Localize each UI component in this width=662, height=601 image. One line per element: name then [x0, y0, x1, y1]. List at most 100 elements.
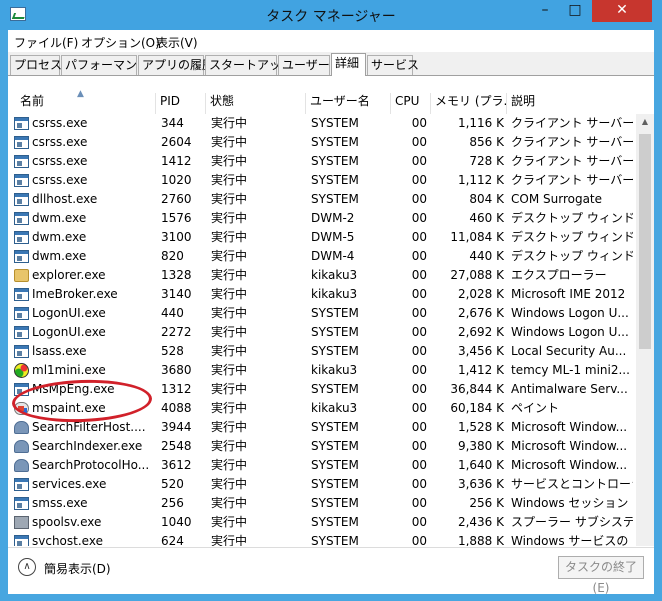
end-task-button[interactable]: タスクの終了(E)	[558, 556, 644, 595]
process-memory: 460 K	[469, 211, 504, 225]
process-pid: 1328	[161, 268, 192, 282]
process-cpu: 00	[411, 515, 427, 529]
process-status: 実行中	[211, 192, 248, 206]
process-status: 実行中	[211, 211, 248, 225]
table-row[interactable]: ml1mini.exe 3680 実行中 kikaku3 00 1,412 K temcy …	[8, 361, 654, 380]
process-memory: 36,844 K	[450, 382, 504, 396]
process-pid: 3100	[161, 230, 192, 244]
table-row[interactable]: LogonUI.exe 440 実行中 SYSTEM 00 2,676 K Windows …	[8, 304, 654, 323]
fewer-details-link[interactable]: 簡易表示(D)	[44, 560, 111, 577]
table-row[interactable]: dllhost.exe 2760 実行中 SYSTEM 00 804 K COM Surro…	[8, 190, 654, 209]
process-status: 実行中	[211, 477, 248, 491]
column-cpu[interactable]: CPU	[391, 93, 431, 114]
window-icon	[14, 250, 29, 263]
process-status: 実行中	[211, 439, 248, 453]
process-user: SYSTEM	[311, 135, 359, 149]
process-pid: 624	[161, 534, 184, 546]
process-name: lsass.exe	[32, 344, 87, 358]
column-pid[interactable]: PID	[156, 93, 206, 114]
process-status: 実行中	[211, 135, 248, 149]
process-name: dwm.exe	[32, 211, 87, 225]
window-icon	[14, 231, 29, 244]
table-row[interactable]: SearchProtocolHo... 3612 実行中 SYSTEM 00 1,640 …	[8, 456, 654, 475]
table-row[interactable]: csrss.exe 2604 実行中 SYSTEM 00 856 K クライアント サーバー…	[8, 133, 654, 152]
process-name: csrss.exe	[32, 135, 88, 149]
table-row[interactable]: spoolsv.exe 1040 実行中 SYSTEM 00 2,436 K スプーラー サ…	[8, 513, 654, 532]
column-user-name[interactable]: ユーザー名	[306, 93, 391, 114]
table-row[interactable]: LogonUI.exe 2272 実行中 SYSTEM 00 2,692 K Windows…	[8, 323, 654, 342]
maximize-button[interactable]: □	[560, 0, 590, 22]
process-pid: 256	[161, 496, 184, 510]
title-bar[interactable]: タスク マネージャー – □ ✕	[0, 0, 662, 30]
table-row[interactable]: dwm.exe 1576 実行中 DWM-2 00 460 K デスクトップ ウィンドウ .…	[8, 209, 654, 228]
chevron-up-icon[interactable]: ∧	[18, 558, 36, 576]
process-description: スプーラー サブシステ...	[511, 515, 633, 529]
process-memory: 1,412 K	[457, 363, 504, 377]
table-row[interactable]: services.exe 520 実行中 SYSTEM 00 3,636 K サービスとコン…	[8, 475, 654, 494]
column-name[interactable]: 名前	[16, 93, 156, 114]
window-icon	[14, 117, 29, 130]
tab-users[interactable]: ユーザー	[278, 55, 330, 75]
menu-options[interactable]: オプション(O)	[81, 34, 160, 51]
process-memory: 856 K	[469, 135, 504, 149]
table-row[interactable]: smss.exe 256 実行中 SYSTEM 00 256 K Windows セッション…	[8, 494, 654, 513]
process-cpu: 00	[411, 458, 427, 472]
scroll-up-arrow-icon[interactable]: ▲	[636, 114, 654, 130]
tab-startup[interactable]: スタートアップ	[205, 55, 293, 75]
table-row[interactable]: SearchFilterHost.... 3944 実行中 SYSTEM 00 1,528…	[8, 418, 654, 437]
process-name: ImeBroker.exe	[32, 287, 118, 301]
table-row[interactable]: lsass.exe 528 実行中 SYSTEM 00 3,456 K Local Secu…	[8, 342, 654, 361]
column-description[interactable]: 説明	[507, 93, 636, 114]
table-row[interactable]: dwm.exe 820 実行中 DWM-4 00 440 K デスクトップ ウィンドウ ..…	[8, 247, 654, 266]
process-memory: 2,028 K	[457, 287, 504, 301]
process-memory: 11,084 K	[450, 230, 504, 244]
process-description: Local Security Au...	[511, 344, 627, 358]
table-row[interactable]: mspaint.exe 4088 実行中 kikaku3 00 60,184 K ペイント	[8, 399, 654, 418]
process-description: temcy ML-1 mini2...	[511, 363, 630, 377]
process-description: デスクトップ ウィンドウ ...	[511, 211, 633, 225]
tab-processes[interactable]: プロセス	[10, 55, 62, 75]
table-row[interactable]: svchost.exe 624 実行中 SYSTEM 00 1,888 K Windows …	[8, 532, 654, 546]
tab-services[interactable]: サービス	[367, 55, 419, 75]
table-row[interactable]: csrss.exe 344 実行中 SYSTEM 00 1,116 K クライアント サーバ…	[8, 114, 654, 133]
process-memory: 3,456 K	[457, 344, 504, 358]
process-memory: 27,088 K	[450, 268, 504, 282]
close-button[interactable]: ✕	[592, 0, 652, 22]
process-description: デスクトップ ウィンドウ ...	[511, 230, 633, 244]
table-row[interactable]: explorer.exe 1328 実行中 kikaku3 00 27,088 K エクスプ…	[8, 266, 654, 285]
process-memory: 3,636 K	[457, 477, 504, 491]
table-row[interactable]: csrss.exe 1412 実行中 SYSTEM 00 728 K クライアント サーバー…	[8, 152, 654, 171]
process-description: デスクトップ ウィンドウ ...	[511, 249, 633, 263]
process-cpu: 00	[411, 287, 427, 301]
tab-performance[interactable]: パフォーマンス	[61, 55, 149, 75]
menu-view[interactable]: 表示(V)	[156, 34, 198, 51]
process-memory: 9,380 K	[457, 439, 504, 453]
process-name: SearchFilterHost....	[32, 420, 146, 434]
window-icon	[14, 478, 29, 491]
user-search-icon	[14, 421, 29, 434]
process-status: 実行中	[211, 382, 248, 396]
process-cpu: 00	[411, 230, 427, 244]
process-status: 実行中	[211, 154, 248, 168]
vertical-scrollbar[interactable]: ▲	[636, 114, 654, 546]
tab-details[interactable]: 詳細	[331, 53, 366, 76]
table-row[interactable]: dwm.exe 3100 実行中 DWM-5 00 11,084 K デスクトップ ウィンド…	[8, 228, 654, 247]
process-user: kikaku3	[311, 287, 358, 301]
menu-file[interactable]: ファイル(F)	[14, 34, 78, 51]
process-status: 実行中	[211, 287, 248, 301]
process-memory: 1,640 K	[457, 458, 504, 472]
process-pid: 1020	[161, 173, 192, 187]
column-memory[interactable]: メモリ (プラ...	[431, 93, 507, 114]
table-row[interactable]: csrss.exe 1020 実行中 SYSTEM 00 1,112 K クライアント サー…	[8, 171, 654, 190]
minimize-button[interactable]: –	[530, 0, 560, 22]
process-memory: 60,184 K	[450, 401, 504, 415]
scroll-thumb[interactable]	[639, 134, 651, 349]
process-user: SYSTEM	[311, 534, 359, 546]
process-cpu: 00	[411, 192, 427, 206]
table-row[interactable]: SearchIndexer.exe 2548 実行中 SYSTEM 00 9,380 K M…	[8, 437, 654, 456]
process-name: csrss.exe	[32, 116, 88, 130]
table-row[interactable]: MsMpEng.exe 1312 実行中 SYSTEM 00 36,844 K Antima…	[8, 380, 654, 399]
column-status[interactable]: 状態	[206, 93, 306, 114]
tab-app-history[interactable]: アプリの履歴	[138, 55, 214, 75]
table-row[interactable]: ImeBroker.exe 3140 実行中 kikaku3 00 2,028 K Micr…	[8, 285, 654, 304]
